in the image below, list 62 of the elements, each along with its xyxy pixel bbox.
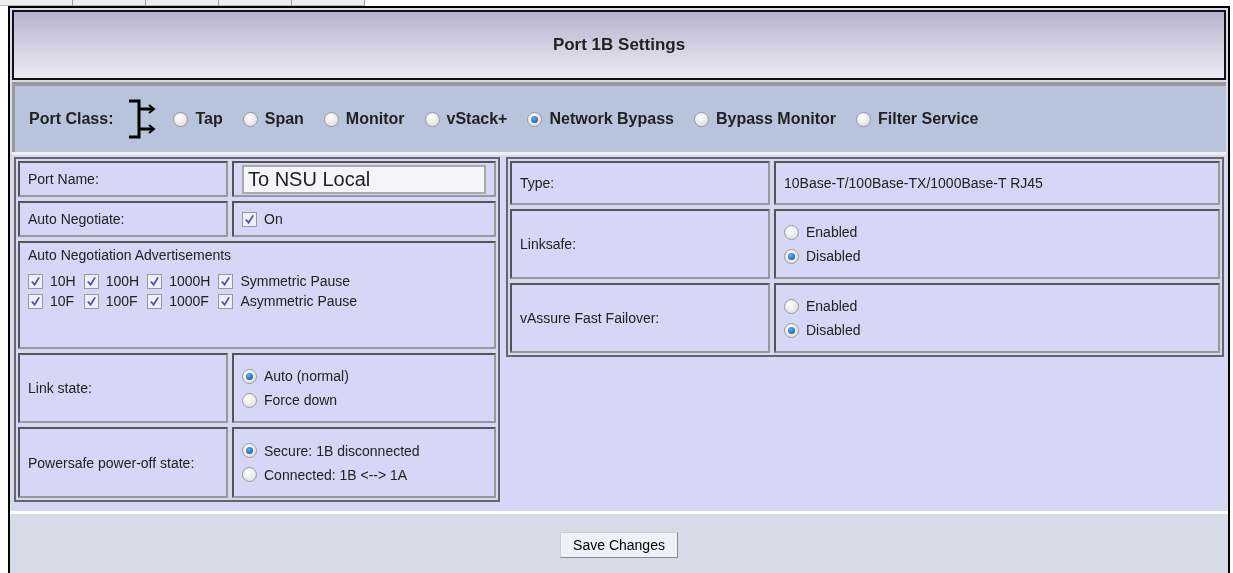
radio-button[interactable] <box>855 111 871 127</box>
radio-button[interactable] <box>242 111 258 127</box>
radio-button[interactable] <box>242 467 257 482</box>
checkbox[interactable] <box>147 273 163 289</box>
field-label: Port Class: <box>29 110 114 128</box>
checkbox[interactable] <box>83 293 99 309</box>
checkbox[interactable] <box>218 273 234 289</box>
radio-label: Enabled <box>806 298 858 314</box>
radio-button[interactable] <box>784 248 799 264</box>
checkbox[interactable] <box>147 293 163 309</box>
radio-button[interactable] <box>424 111 440 127</box>
radio-label: Span <box>264 110 304 128</box>
field-value: 10Base-T/100Base-TX/1000Base-T RJ45 <box>784 175 1043 191</box>
checkbox-label: Asymmetric Pause <box>240 293 358 309</box>
radio-button[interactable] <box>693 111 709 127</box>
checkbox-label: On <box>264 211 283 227</box>
field-label: Auto Negotiation Advertisements <box>28 247 232 263</box>
checkbox-label: 1000F <box>169 293 209 309</box>
radio-label: Filter Service <box>877 110 979 128</box>
radio-button[interactable] <box>242 443 257 458</box>
radio-label: vStack+ <box>446 110 508 128</box>
radio-label: Force down <box>264 392 338 408</box>
checkbox[interactable] <box>242 211 257 227</box>
checkbox-label: 10F <box>50 293 75 309</box>
checkbox-label: 1000H <box>169 273 211 289</box>
radio-label: Tap <box>195 110 223 128</box>
radio-label: Network Bypass <box>549 110 674 128</box>
field-label: Port Name: <box>28 171 99 187</box>
save-button[interactable]: Save Changes <box>560 531 678 558</box>
radio-label: Secure: 1B disconnected <box>264 442 420 459</box>
radio-button[interactable] <box>784 322 799 338</box>
checkbox[interactable] <box>83 273 99 289</box>
radio-button[interactable] <box>784 298 799 314</box>
radio-button[interactable] <box>323 111 339 127</box>
field-label: Auto Negotiate: <box>28 211 125 227</box>
panel-title: Port 1B Settings <box>552 35 686 55</box>
radio-label: Bypass Monitor <box>715 110 836 128</box>
radio-label: Auto (normal) <box>264 368 349 384</box>
radio-label: Enabled <box>806 224 858 240</box>
radio-label: Monitor <box>345 110 405 128</box>
split-arrows-icon <box>127 99 158 139</box>
input-field[interactable]: To NSU Local <box>242 164 486 194</box>
radio-button[interactable] <box>242 392 257 408</box>
radio-button[interactable] <box>527 111 543 127</box>
checkbox[interactable] <box>28 293 43 309</box>
checkbox-label: 100H <box>105 273 140 289</box>
checkbox-label: Symmetric Pause <box>240 273 351 289</box>
field-label: Linksafe: <box>520 236 577 252</box>
radio-label: Disabled <box>806 322 861 338</box>
checkbox[interactable] <box>28 273 43 289</box>
checkbox[interactable] <box>218 293 234 309</box>
field-label: vAssure Fast Failover: <box>520 310 660 326</box>
field-label: Type: <box>520 175 555 191</box>
radio-button[interactable] <box>173 111 189 127</box>
radio-button[interactable] <box>242 368 257 384</box>
checkbox-label: 10H <box>50 273 76 289</box>
radio-label: Disabled <box>806 248 861 264</box>
radio-button[interactable] <box>784 224 799 240</box>
field-label: Powersafe power-off state: <box>28 454 195 471</box>
checkbox-label: 100F <box>105 293 138 309</box>
radio-label: Connected: 1B <--> 1A <box>264 466 408 483</box>
field-label: Link state: <box>28 380 92 396</box>
